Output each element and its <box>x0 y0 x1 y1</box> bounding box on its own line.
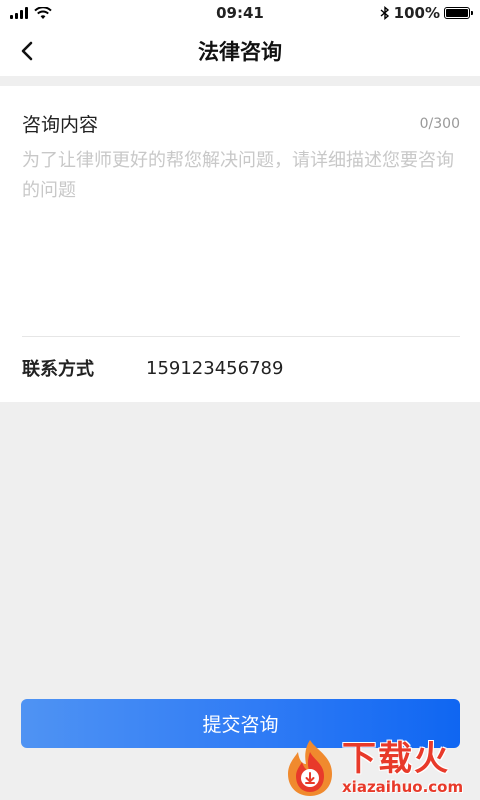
status-time: 09:41 <box>216 4 264 22</box>
battery-icon <box>444 7 473 19</box>
watermark-subtitle: xiazaihuo.com <box>342 778 464 796</box>
watermark: 下载火 xiazaihuo.com <box>282 736 480 800</box>
battery-percent: 100% <box>393 4 440 22</box>
watermark-title: 下载火 <box>342 739 450 779</box>
status-bar: 09:41 100% <box>0 0 480 26</box>
char-counter: 0/300 <box>419 115 460 132</box>
contact-label: 联系方式 <box>22 359 94 380</box>
divider <box>22 336 460 337</box>
contact-row: 联系方式 <box>22 352 460 384</box>
consult-label: 咨询内容 <box>22 114 99 136</box>
back-button[interactable] <box>12 36 42 66</box>
watermark-text: 下载火 xiazaihuo.com <box>342 740 463 796</box>
flame-logo-icon <box>288 740 332 796</box>
consult-content-input[interactable] <box>22 146 462 326</box>
wifi-icon <box>34 6 52 19</box>
consult-form: 咨询内容 0/300 联系方式 <box>0 86 480 402</box>
page-title: 法律咨询 <box>198 40 282 64</box>
battery-fill <box>446 9 468 17</box>
status-left <box>10 6 52 20</box>
status-right: 100% <box>380 4 473 22</box>
signal-icon <box>10 7 28 19</box>
chevron-left-icon <box>21 41 33 61</box>
contact-phone-input[interactable] <box>146 357 446 379</box>
consult-header: 咨询内容 0/300 <box>22 110 460 137</box>
nav-bar: 法律咨询 <box>0 26 480 76</box>
bluetooth-icon <box>380 6 389 20</box>
